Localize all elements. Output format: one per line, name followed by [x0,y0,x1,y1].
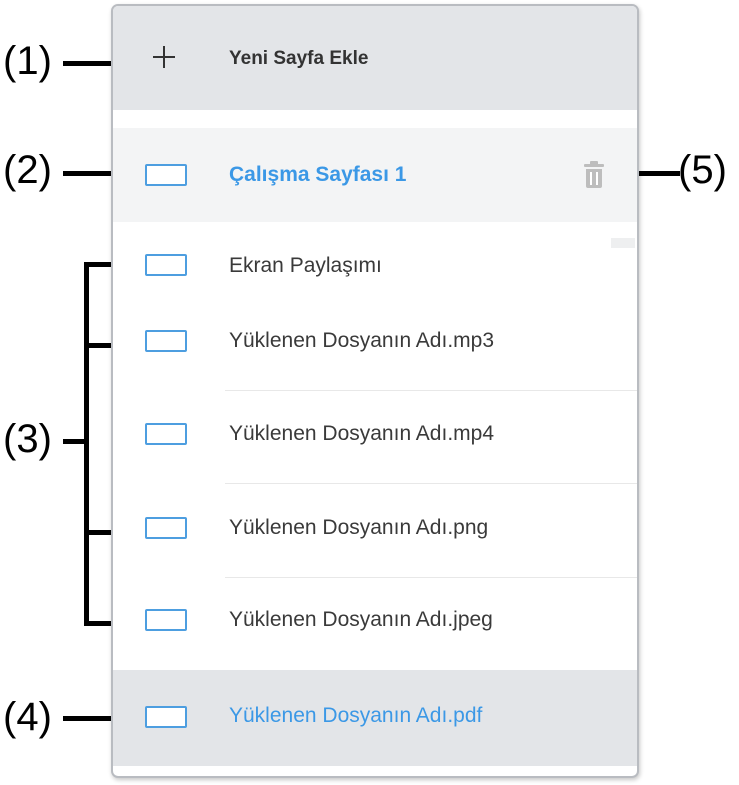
page-item-label: Yüklenen Dosyanın Adı.png [229,516,489,539]
page-thumbnail-icon [145,330,187,352]
callout-3-bracket [84,262,89,626]
divider [225,483,637,484]
add-page-label: Yeni Sayfa Ekle [229,48,369,69]
page-item-label: Yüklenen Dosyanın Adı.mp3 [229,329,495,352]
divider [225,577,637,578]
divider [225,390,637,391]
callout-3-tick-3 [84,530,111,535]
page-item-mp4[interactable]: Yüklenen Dosyanın Adı.mp4 [113,410,637,470]
page-item-label: Çalışma Sayfası 1 [229,163,407,186]
callout-2-line [63,171,111,176]
page-item-label: Yüklenen Dosyanın Adı.jpeg [229,608,493,631]
page-item-screen-share[interactable]: Ekran Paylaşımı [113,244,637,294]
page-item-pdf[interactable]: Yüklenen Dosyanın Adı.pdf [113,670,637,766]
page-thumbnail-icon [145,164,187,186]
callout-5: (5) [678,148,727,192]
callout-2: (2) [3,148,52,192]
add-page-button[interactable]: Yeni Sayfa Ekle [113,6,637,110]
callout-1-line [63,61,111,66]
callout-3-tick-1 [84,262,111,267]
page-item-label: Yüklenen Dosyanın Adı.pdf [229,704,483,727]
callout-3-tick-4 [84,621,111,626]
page-item-label: Yüklenen Dosyanın Adı.mp4 [229,422,495,445]
trash-icon[interactable] [583,161,605,189]
page-item-jpeg[interactable]: Yüklenen Dosyanın Adı.jpeg [113,596,637,656]
callout-3: (3) [3,417,52,461]
plus-icon [153,46,175,68]
callout-5-line [636,171,680,176]
page-thumbnail-icon [145,254,187,276]
page-thumbnail-icon [145,706,187,728]
callout-4-line [63,716,111,721]
page-item-mp3[interactable]: Yüklenen Dosyanın Adı.mp3 [113,318,637,378]
separator [113,110,637,128]
callout-1: (1) [3,39,52,83]
callout-3-tick-2 [84,343,111,348]
page-thumbnail-icon [145,609,187,631]
page-item-png[interactable]: Yüklenen Dosyanın Adı.png [113,504,637,564]
page-item-active[interactable]: Çalışma Sayfası 1 [113,128,637,222]
callout-4: (4) [3,695,52,739]
page-item-label: Ekran Paylaşımı [229,254,382,277]
page-thumbnail-icon [145,517,187,539]
page-thumbnail-icon [145,423,187,445]
pages-panel: Yeni Sayfa Ekle Çalışma Sayfası 1 Ekran … [111,4,639,778]
